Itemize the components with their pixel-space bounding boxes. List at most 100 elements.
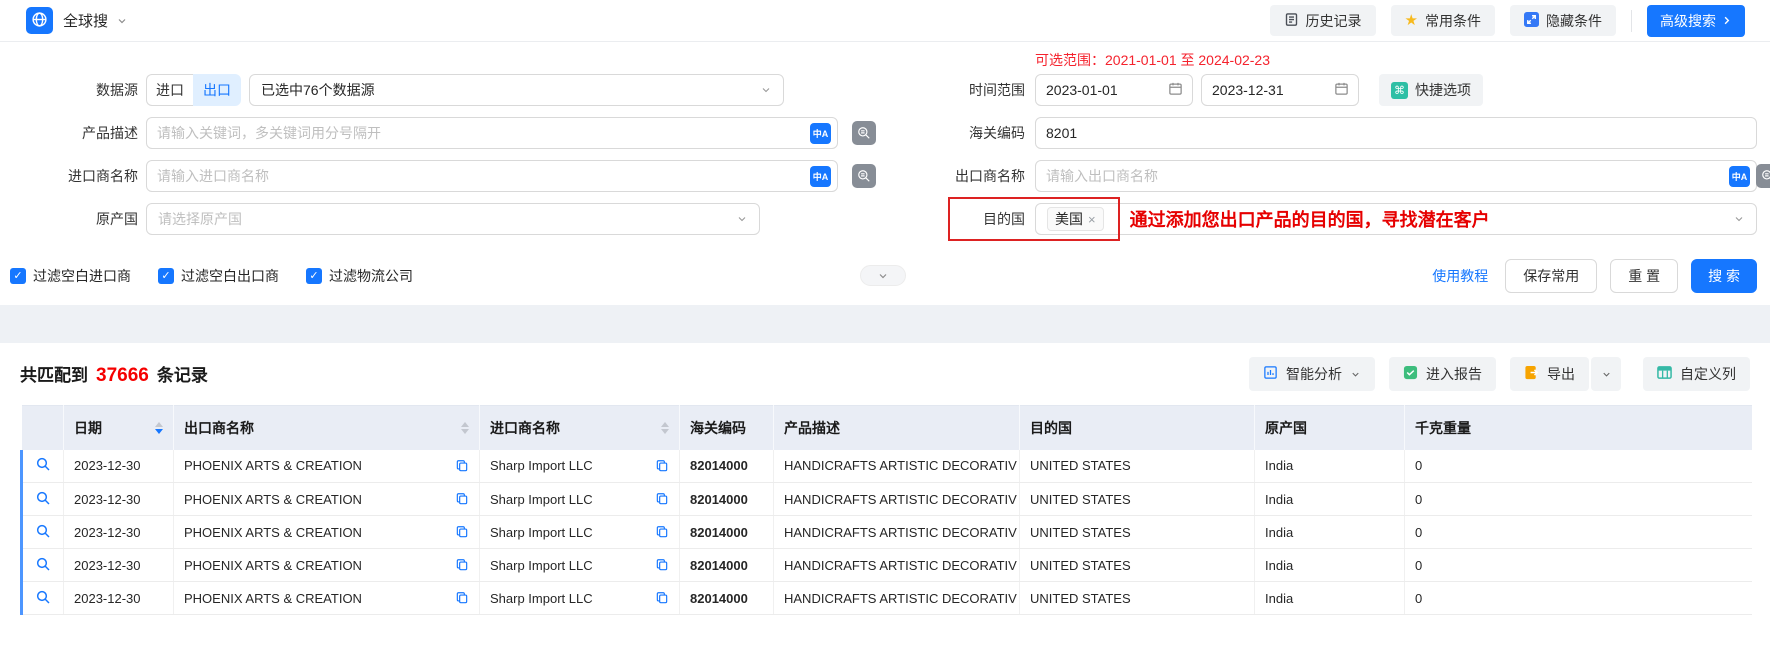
copy-icon[interactable]	[647, 459, 669, 473]
cell-destination: UNITED STATES	[1020, 516, 1255, 549]
dest-country-tag[interactable]: 美国 ×	[1047, 207, 1104, 231]
time-range-label: 时间范围	[885, 80, 1025, 100]
custom-columns-button[interactable]: 自定义列	[1643, 357, 1750, 391]
translate-icon[interactable]: 中A	[1729, 166, 1750, 187]
export-icon	[1524, 365, 1539, 383]
copy-icon[interactable]	[447, 558, 469, 572]
search-button[interactable]: 搜 索	[1691, 259, 1757, 293]
data-source-select[interactable]: 已选中76个数据源	[249, 74, 784, 106]
import-toggle-button[interactable]: 进口	[146, 74, 193, 106]
header-exporter[interactable]: 出口商名称	[174, 406, 480, 450]
copy-icon[interactable]	[647, 591, 669, 605]
row-detail-magnifier-icon[interactable]	[35, 456, 51, 472]
exporter-name-input[interactable]	[1046, 168, 1723, 184]
cell-origin: India	[1255, 516, 1405, 549]
header-date[interactable]: 日期	[64, 406, 174, 450]
section-divider	[0, 305, 1770, 343]
cell-origin: India	[1255, 450, 1405, 483]
cell-hs-code: 82014000	[680, 483, 774, 516]
history-button[interactable]: 历史记录	[1270, 5, 1376, 36]
translate-icon[interactable]: 中A	[810, 123, 831, 144]
advanced-search-button[interactable]: 高级搜索	[1647, 5, 1745, 37]
cell-product: HANDICRAFTS ARTISTIC DECORATIV	[774, 582, 1020, 615]
cell-weight: 0	[1405, 549, 1752, 582]
translate-icon[interactable]: 中A	[810, 166, 831, 187]
filter-search-icon[interactable]	[852, 164, 876, 188]
cell-destination: UNITED STATES	[1020, 549, 1255, 582]
table-row: 2023-12-30 PHOENIX ARTS & CREATION Sharp…	[22, 516, 1752, 549]
search-form: 可选范围：2021-01-01 至 2024-02-23 数据源 进口 出口 已…	[0, 42, 1770, 305]
export-button[interactable]: 导出	[1510, 357, 1589, 391]
results-section: 共匹配到 37666 条记录 智能分析 进入报告	[0, 343, 1770, 615]
importer-name-input[interactable]	[157, 168, 804, 184]
table-header-row: 日期 出口商名称 进口商名称 海关编码 产品描述 目的国 原产国 千克重量	[22, 406, 1752, 450]
row-detail-magnifier-icon[interactable]	[35, 556, 51, 572]
tutorial-link[interactable]: 使用教程	[1432, 266, 1488, 286]
row-detail-magnifier-icon[interactable]	[35, 490, 51, 506]
chevron-down-icon	[760, 84, 772, 96]
product-desc-input[interactable]	[157, 125, 804, 141]
favorite-conditions-button[interactable]: ★ 常用条件	[1391, 5, 1495, 36]
origin-country-select[interactable]: 请选择原产国	[146, 203, 760, 235]
filter-logistics-checkbox[interactable]: ✓ 过滤物流公司	[306, 266, 413, 286]
hs-code-input[interactable]	[1046, 125, 1750, 141]
copy-icon[interactable]	[647, 492, 669, 506]
trade-type-toggle: 进口 出口	[146, 74, 241, 106]
copy-icon[interactable]	[647, 558, 669, 572]
filter-blank-importer-checkbox[interactable]: ✓ 过滤空白进口商	[10, 266, 131, 286]
enter-report-button[interactable]: 进入报告	[1389, 357, 1496, 391]
remove-tag-icon[interactable]: ×	[1088, 212, 1096, 227]
collapse-form-button[interactable]	[860, 265, 906, 286]
checkbox-checked-icon: ✓	[10, 268, 26, 284]
copy-icon[interactable]	[447, 525, 469, 539]
cell-date: 2023-12-30	[64, 450, 174, 483]
cell-origin: India	[1255, 582, 1405, 615]
copy-icon[interactable]	[447, 591, 469, 605]
history-icon	[1284, 12, 1299, 30]
cell-hs-code: 82014000	[680, 549, 774, 582]
cell-hs-code: 82014000	[680, 516, 774, 549]
hide-conditions-button[interactable]: 隐藏条件	[1510, 5, 1616, 36]
table-row: 2023-12-30 PHOENIX ARTS & CREATION Sharp…	[22, 582, 1752, 615]
origin-country-label: 原产国	[10, 209, 138, 229]
header-weight: 千克重量	[1405, 406, 1752, 450]
cell-weight: 0	[1405, 516, 1752, 549]
star-icon: ★	[1405, 13, 1418, 28]
header-importer[interactable]: 进口商名称	[480, 406, 680, 450]
quick-options-button[interactable]: ⌘ 快捷选项	[1379, 74, 1483, 106]
export-toggle-button[interactable]: 出口	[193, 74, 241, 106]
sort-icon[interactable]	[147, 422, 163, 434]
data-source-label: 数据源	[10, 80, 138, 100]
filter-search-icon[interactable]	[1756, 164, 1770, 188]
app-switch-chevron-icon[interactable]	[116, 15, 128, 27]
copy-icon[interactable]	[447, 459, 469, 473]
row-detail-magnifier-icon[interactable]	[35, 523, 51, 539]
cell-exporter: PHOENIX ARTS & CREATION	[174, 483, 480, 516]
start-date-input[interactable]: 2023-01-01	[1035, 74, 1193, 106]
cell-hs-code: 82014000	[680, 582, 774, 615]
product-desc-label: 产品描述	[10, 123, 138, 143]
copy-icon[interactable]	[447, 492, 469, 506]
filter-blank-exporter-checkbox[interactable]: ✓ 过滤空白出口商	[158, 266, 279, 286]
end-date-input[interactable]: 2023-12-31	[1201, 74, 1359, 106]
export-options-button[interactable]	[1591, 357, 1621, 391]
match-count: 37666	[96, 365, 149, 387]
table-row: 2023-12-30 PHOENIX ARTS & CREATION Sharp…	[22, 450, 1752, 483]
header-product: 产品描述	[774, 406, 1020, 450]
results-table: 日期 出口商名称 进口商名称 海关编码 产品描述 目的国 原产国 千克重量 20…	[20, 405, 1752, 615]
save-conditions-button[interactable]: 保存常用	[1505, 259, 1597, 293]
app-logo	[26, 7, 53, 34]
cell-date: 2023-12-30	[64, 483, 174, 516]
smart-analysis-button[interactable]: 智能分析	[1249, 357, 1375, 391]
sort-icon[interactable]	[453, 422, 469, 434]
globe-icon	[31, 11, 48, 31]
filter-search-icon[interactable]	[852, 121, 876, 145]
cell-importer: Sharp Import LLC	[480, 549, 680, 582]
copy-icon[interactable]	[647, 525, 669, 539]
sort-icon[interactable]	[653, 422, 669, 434]
divider	[1631, 10, 1632, 32]
row-detail-magnifier-icon[interactable]	[35, 589, 51, 605]
dest-country-select[interactable]: 美国 × 通过添加您出口产品的目的国，寻找潜在客户	[1035, 203, 1757, 235]
reset-button[interactable]: 重 置	[1610, 259, 1678, 293]
report-icon	[1403, 365, 1418, 383]
